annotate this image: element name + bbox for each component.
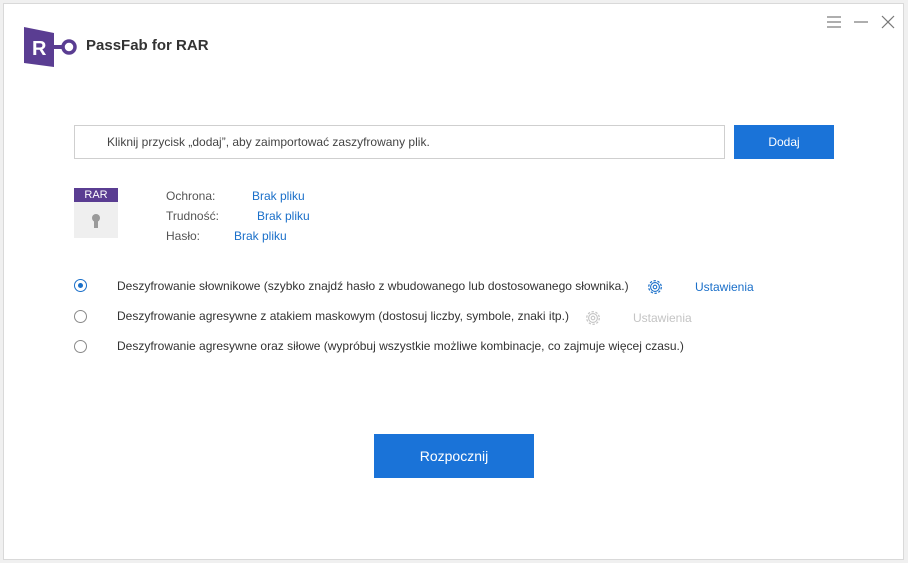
app-window: R PassFab for RAR Dodaj	[3, 3, 904, 560]
app-logo: R	[24, 27, 78, 67]
mask-attack-radio[interactable]	[74, 310, 87, 323]
protection-value: Brak pliku	[252, 189, 305, 203]
file-path-input[interactable]	[74, 125, 725, 159]
lock-icon	[92, 214, 100, 228]
minimize-icon	[853, 20, 868, 23]
gear-icon[interactable]	[646, 278, 664, 296]
difficulty-label: Trudność:	[166, 209, 219, 223]
hamburger-icon	[826, 15, 841, 28]
add-button[interactable]: Dodaj	[734, 125, 834, 159]
minimize-button[interactable]	[851, 12, 870, 31]
password-label: Hasło:	[166, 229, 201, 243]
password-value: Brak pliku	[234, 229, 287, 243]
rar-file-icon: RAR	[74, 188, 118, 238]
dictionary-settings-link[interactable]: Ustawienia	[695, 280, 754, 294]
svg-text:R: R	[32, 38, 47, 60]
window-controls	[824, 12, 897, 31]
brute-force-radio[interactable]	[74, 340, 87, 353]
app-title: PassFab for RAR	[86, 37, 209, 54]
dictionary-attack-radio[interactable]	[74, 279, 87, 292]
menu-button[interactable]	[824, 12, 843, 31]
gear-icon	[586, 311, 600, 325]
close-button[interactable]	[878, 12, 897, 31]
close-icon	[881, 15, 894, 28]
logo-icon: R	[24, 27, 77, 67]
mask-attack-label[interactable]: Deszyfrowanie agresywne z atakiem maskow…	[117, 309, 569, 323]
start-button[interactable]: Rozpocznij	[374, 434, 534, 478]
file-type-badge: RAR	[74, 188, 118, 202]
brute-force-label[interactable]: Deszyfrowanie agresywne oraz siłowe (wyp…	[117, 339, 684, 353]
difficulty-value: Brak pliku	[257, 209, 310, 223]
protection-label: Ochrona:	[166, 189, 216, 203]
dictionary-attack-label[interactable]: Deszyfrowanie słownikowe (szybko znajdź …	[117, 279, 629, 293]
mask-settings-link: Ustawienia	[633, 311, 692, 325]
